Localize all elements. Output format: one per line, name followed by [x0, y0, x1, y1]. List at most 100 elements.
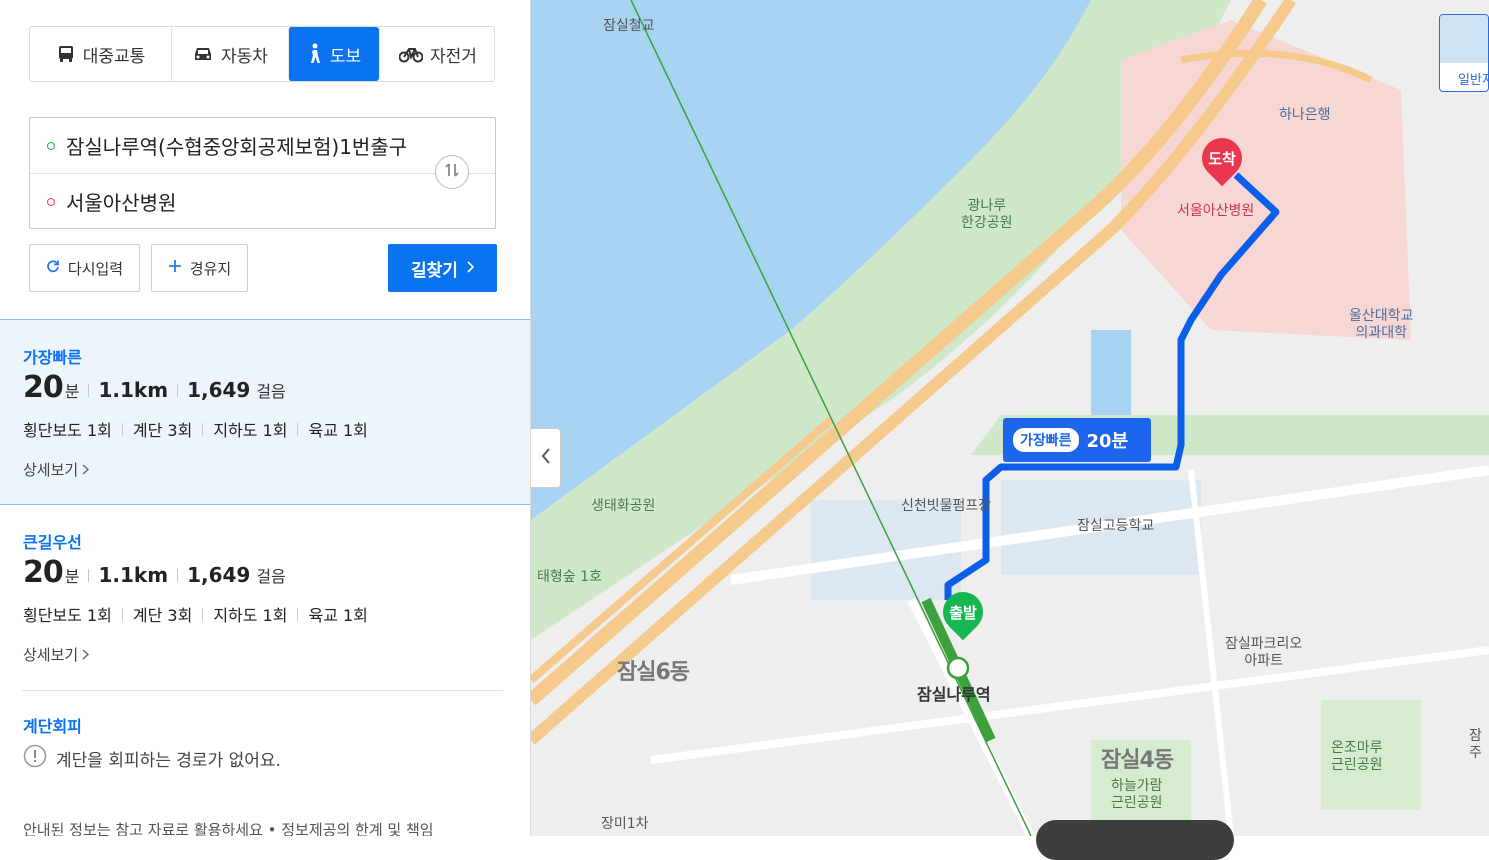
- divider: [297, 422, 299, 436]
- divider: [121, 422, 123, 436]
- tab-walk-label: 도보: [329, 46, 362, 67]
- map-bottom-control[interactable]: [1036, 820, 1234, 860]
- end-pin-label: 도착: [1208, 150, 1236, 168]
- map-label-forest[interactable]: 태형숲 1호: [537, 569, 602, 586]
- map-label-jamsil6dong: 잠실6동: [617, 660, 690, 685]
- tab-bicycle-label: 자전거: [430, 46, 477, 67]
- chevron-left-icon: [541, 448, 551, 468]
- start-pin-label: 출발: [949, 604, 977, 622]
- route-name: 가장빠른: [23, 348, 82, 367]
- map-type-toggle[interactable]: 일반지도: [1439, 14, 1489, 92]
- destination-dot-icon: [47, 197, 55, 206]
- tab-transit[interactable]: 대중교통: [30, 27, 171, 81]
- more-label: 상세보기: [23, 461, 79, 479]
- map-label-station[interactable]: 잠실나루역: [917, 686, 991, 703]
- walk-icon: [307, 43, 323, 65]
- stairs-avoid-message: 계단을 회피하는 경로가 없어요.: [23, 744, 281, 773]
- map-label-jamsil4dong: 잠실4동: [1101, 748, 1174, 773]
- search-route-button[interactable]: 길찾기: [388, 244, 497, 292]
- route-minutes: 20: [23, 370, 64, 405]
- map-label-apartment2[interactable]: 장미1차: [601, 816, 649, 833]
- origin-field[interactable]: 잠실나루역(수협중앙회공제보험)1번출구: [30, 118, 495, 174]
- map-label-sky-park[interactable]: 하늘가람 근린공원: [1111, 778, 1163, 812]
- disclaimer-text[interactable]: 안내된 정보는 참고 자료로 활용하세요 • 정보제공의 한계 및 책임: [23, 819, 434, 836]
- route-option-fastest[interactable]: 가장빠른 20 분 1.1km 1,649 걸음 횡단보도 1회 계단 3회 지…: [0, 319, 530, 505]
- detail-stairs: 계단 3회: [132, 421, 193, 440]
- route-steps: 1,649: [187, 378, 251, 402]
- map-label-school[interactable]: 잠실고등학교: [1077, 518, 1154, 535]
- route-summary: 20 분 1.1km 1,649 걸음: [23, 555, 286, 590]
- search-label: 길찾기: [411, 260, 458, 281]
- route-details: 횡단보도 1회 계단 3회 지하도 1회 육교 1회: [23, 417, 368, 441]
- collapse-panel-button[interactable]: [531, 428, 561, 488]
- add-via-button[interactable]: 경유지: [151, 244, 248, 292]
- divider: [202, 607, 204, 621]
- divider: [88, 384, 90, 397]
- directions-panel: 대중교통 자동차 도보 자전거 잠실나루역(수협중앙회공제보험)1번출구 서울아…: [0, 0, 531, 836]
- tab-car-label: 자동차: [221, 46, 268, 67]
- detail-stairs: 계단 3회: [132, 606, 193, 625]
- map-label-eco-park[interactable]: 생태화공원: [591, 498, 655, 515]
- map-label-apartment[interactable]: 잠실파크리오 아파트: [1225, 636, 1302, 670]
- detail-crosswalk: 횡단보도 1회: [23, 606, 112, 625]
- route-minutes-unit: 분: [64, 567, 80, 586]
- detail-overpass: 육교 1회: [308, 421, 368, 440]
- route-detail-link[interactable]: 상세보기: [23, 459, 90, 480]
- divider: [202, 422, 204, 436]
- bicycle-icon: [399, 45, 424, 63]
- reset-label: 다시입력: [67, 259, 124, 278]
- route-time-badge[interactable]: 가장빠른 20분: [1003, 418, 1151, 462]
- swap-button[interactable]: [435, 155, 469, 189]
- reset-button[interactable]: 다시입력: [29, 244, 140, 292]
- route-detail-link[interactable]: 상세보기: [23, 644, 90, 665]
- end-pin[interactable]: 도착: [1193, 129, 1251, 187]
- divider: [121, 607, 123, 621]
- origin-value[interactable]: 잠실나루역(수협중앙회공제보험)1번출구: [66, 131, 407, 160]
- map-label-hospital[interactable]: 서울아산병원: [1177, 203, 1254, 220]
- via-label: 경유지: [189, 259, 232, 278]
- map-label-park-hangang[interactable]: 광나루 한강공원: [961, 198, 1013, 232]
- route-inputs: 잠실나루역(수협중앙회공제보험)1번출구 서울아산병원: [29, 117, 496, 229]
- route-distance: 1.1km: [98, 378, 169, 402]
- plus-icon: [168, 259, 182, 277]
- map-label-bank[interactable]: 하나은행: [1279, 107, 1331, 124]
- route-minutes: 20: [23, 555, 64, 590]
- map-label-bridge[interactable]: 잠실철교: [603, 18, 655, 35]
- transport-mode-tabs: 대중교통 자동차 도보 자전거: [29, 26, 495, 82]
- route-details: 횡단보도 1회 계단 3회 지하도 1회 육교 1회: [23, 602, 368, 626]
- divider: [22, 690, 503, 691]
- car-icon: [192, 44, 214, 64]
- destination-value[interactable]: 서울아산병원: [66, 187, 176, 216]
- badge-route-time: 20분: [1086, 431, 1129, 452]
- stairs-avoid-text: 계단을 회피하는 경로가 없어요.: [56, 751, 281, 771]
- route-minutes-unit: 분: [64, 382, 80, 401]
- map-label-university[interactable]: 울산대학교 의과대학: [1349, 308, 1413, 342]
- tab-walk[interactable]: 도보: [288, 27, 379, 81]
- route-option-main-road[interactable]: 큰길우선 20 분 1.1km 1,649 걸음 횡단보도 1회 계단 3회 지…: [0, 505, 530, 691]
- detail-underpass: 지하도 1회: [213, 606, 288, 625]
- route-summary: 20 분 1.1km 1,649 걸음: [23, 370, 286, 405]
- route-distance: 1.1km: [98, 563, 169, 587]
- tab-bicycle[interactable]: 자전거: [379, 27, 496, 81]
- route-steps: 1,649: [187, 563, 251, 587]
- detail-underpass: 지하도 1회: [213, 421, 288, 440]
- chevron-right-icon: [82, 461, 90, 479]
- route-steps-unit: 걸음: [256, 567, 286, 586]
- chevron-right-icon: [82, 646, 90, 664]
- route-name: 큰길우선: [23, 533, 82, 552]
- tab-car[interactable]: 자동차: [171, 27, 288, 81]
- detail-overpass: 육교 1회: [308, 606, 368, 625]
- more-label: 상세보기: [23, 646, 79, 664]
- divider: [297, 607, 299, 621]
- map-label-onjo-park[interactable]: 온조마루 근린공원: [1331, 740, 1383, 774]
- map-label-pump-station[interactable]: 신천빗물펌프장: [901, 498, 991, 515]
- start-pin[interactable]: 출발: [934, 583, 992, 641]
- map-label-edge: 잠 주: [1469, 728, 1482, 761]
- divider: [177, 569, 179, 582]
- info-icon: [23, 744, 47, 773]
- map-type-thumbnail: [1440, 15, 1488, 63]
- chevron-right-icon: [466, 258, 475, 278]
- destination-field[interactable]: 서울아산병원: [30, 174, 495, 229]
- stairs-avoid-title: 계단회피: [23, 717, 82, 736]
- swap-arrows-icon: [442, 160, 462, 184]
